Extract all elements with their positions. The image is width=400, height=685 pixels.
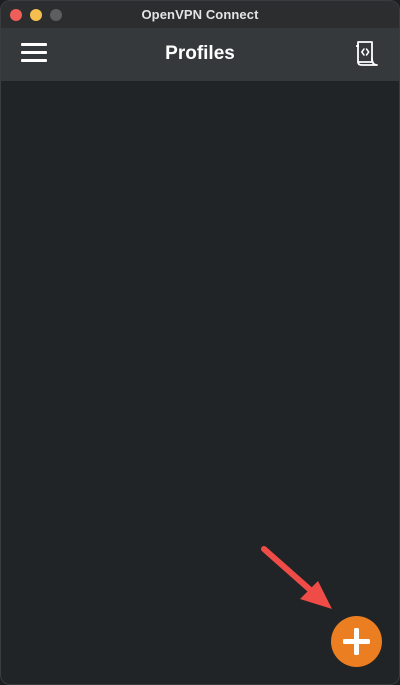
app-window: OpenVPN Connect Profiles	[0, 0, 400, 685]
window-title: OpenVPN Connect	[141, 7, 259, 22]
profiles-list	[1, 81, 399, 684]
page-title: Profiles	[165, 43, 235, 64]
title-bar: OpenVPN Connect	[1, 1, 399, 29]
plus-icon	[343, 628, 370, 655]
app-header: Profiles	[1, 28, 399, 81]
import-profile-icon[interactable]	[353, 40, 381, 68]
arrow-icon	[261, 546, 332, 609]
add-profile-button[interactable]	[331, 616, 382, 667]
